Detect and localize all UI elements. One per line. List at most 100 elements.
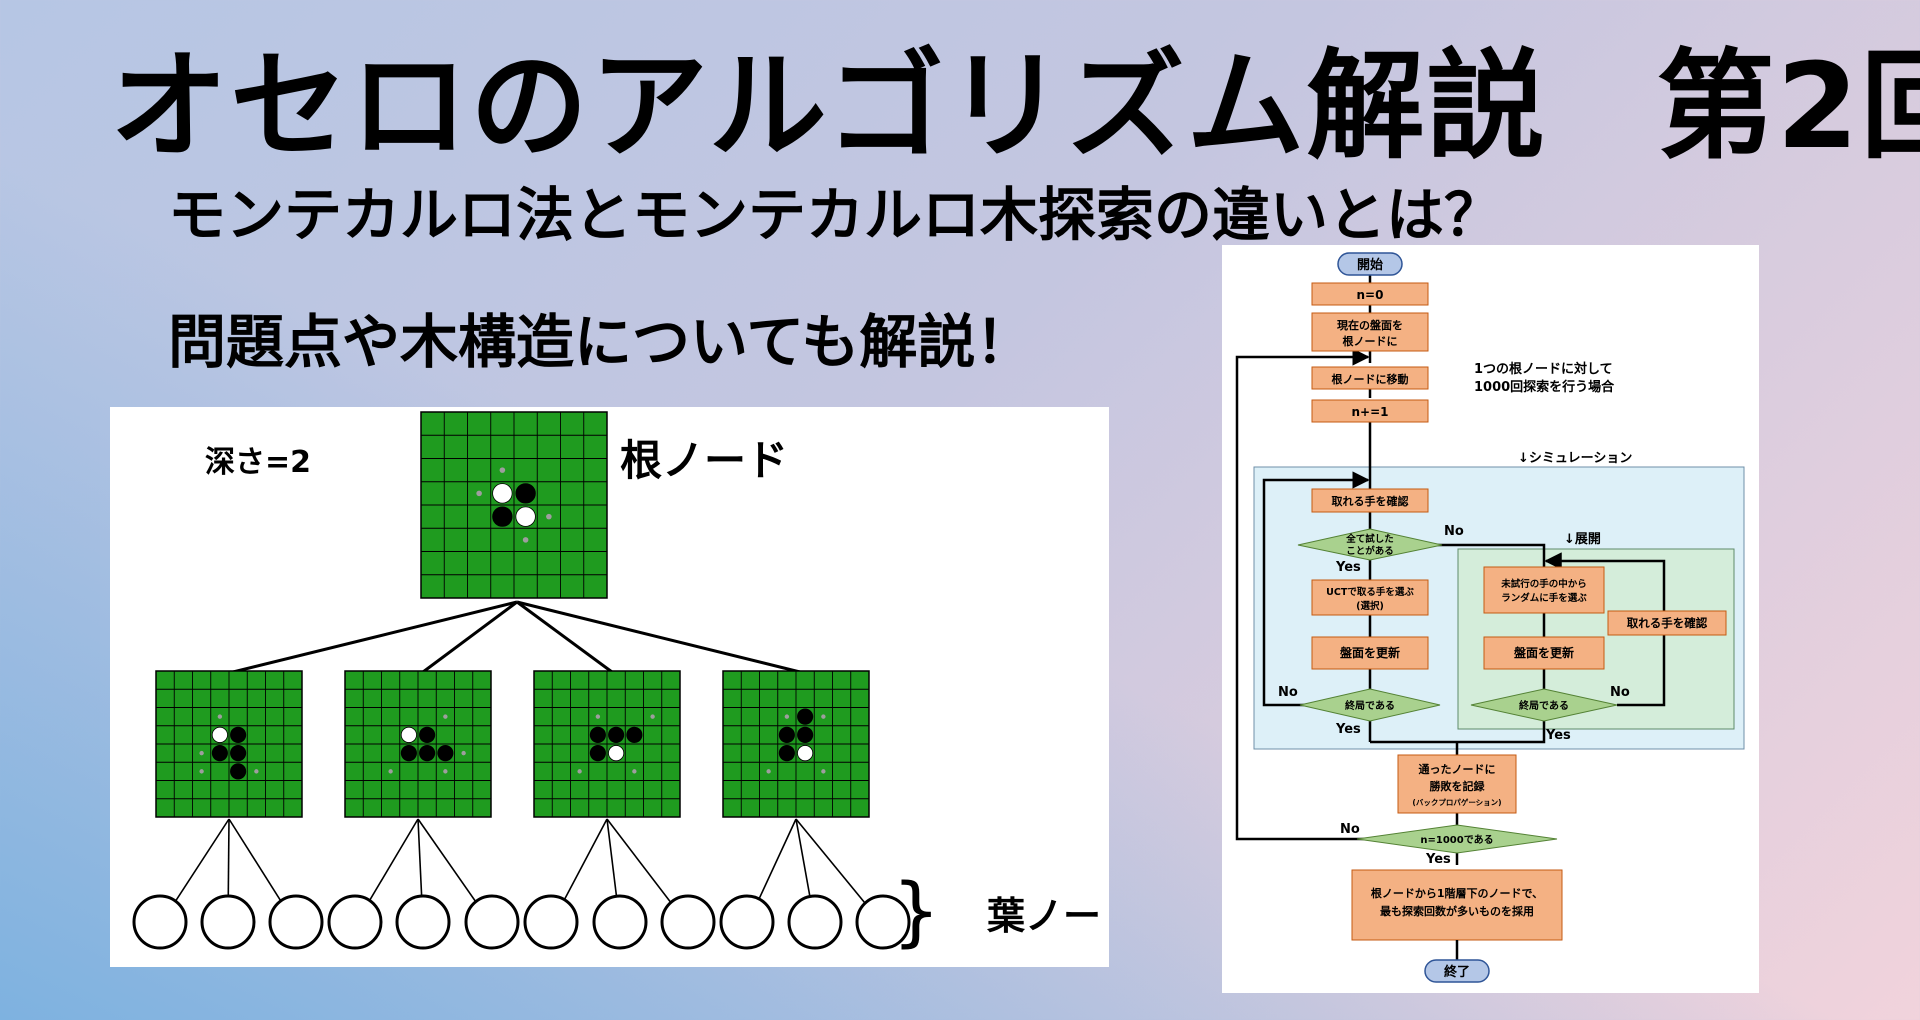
yes-label-all-tried: Yes [1335,560,1361,575]
move-hint-dot [199,769,204,774]
black-stone [419,745,436,762]
random-label-2: ランダムに手を選ぶ [1501,592,1587,604]
leaf-node [268,894,324,950]
leaf-brace: } [892,866,940,955]
child-board-3 [533,670,681,818]
record-label-2: 勝敗を記録 [1430,779,1486,793]
black-stone [589,726,606,743]
white-stone [400,726,417,743]
choose-label-2: 最も探索回数が多いものを採用 [1380,904,1534,918]
move-hint-dot [821,714,826,719]
leaf-edges [159,818,884,926]
move-hint-dot [254,769,259,774]
root-node-label: 根ノード [620,436,788,485]
black-stone [230,763,247,780]
depth-label: 深さ=2 [205,445,311,480]
move-hint-dot [784,714,790,719]
update-board-label: 盤面を更新 [1339,645,1400,660]
move-hint-dot [577,769,582,774]
yes-label-n-check: Yes [1425,852,1451,867]
expansion-label: ↓展開 [1564,532,1601,547]
note-line-1: 1つの根ノードに対して [1474,361,1613,377]
uct-label-1: UCTで取る手を選ぶ [1326,586,1414,598]
move-hint-dot [443,769,448,774]
title-episode: 第2回 [1656,37,1920,175]
black-stone [797,726,814,743]
random-move-box [1483,566,1605,614]
black-stone [778,745,795,762]
black-stone [608,726,625,743]
no-label-game-over-2: No [1610,685,1630,700]
black-stone [400,745,417,762]
n-check-label: n=1000である [1420,833,1493,846]
black-stone [419,726,436,743]
leaf-node [787,894,843,950]
leaf-node [464,894,520,950]
no-label-all-tried: No [1444,524,1464,539]
move-hint-dot [217,714,223,719]
move-root-label: 根ノードに移動 [1332,372,1409,386]
n-init-label: n=0 [1357,288,1384,302]
start-label: 開始 [1357,257,1383,273]
uct-label-2: (選択) [1356,600,1384,612]
leaf-node [592,894,648,950]
move-hint-dot [443,714,448,719]
leaf-node [395,894,451,950]
yes-label-game-over: Yes [1335,722,1361,737]
game-over-label-2: 終局である [1519,699,1569,712]
flowchart: 開始 n=0 現在の盤面を 根ノードに 根ノードに移動 n+=1 1つの根ノード… [1222,245,1759,993]
update-board-label-2: 盤面を更新 [1513,645,1574,660]
all-tried-label-1: 全て試した [1345,533,1394,545]
set-root-label-1: 現在の盤面を [1337,318,1403,332]
leaf-node [523,894,579,950]
end-label: 終了 [1444,964,1470,980]
white-stone [211,726,228,743]
no-label-game-over: No [1278,685,1298,700]
move-hint-dot [461,750,466,756]
yes-label-game-over-2: Yes [1545,728,1571,743]
increment-label: n+=1 [1351,405,1388,419]
black-stone [778,726,795,743]
check-moves-label: 取れる手を確認 [1332,494,1409,508]
move-hint-dot [199,750,204,756]
simulation-label: ↓シミュレーション [1518,451,1632,466]
record-label-1: 通ったノードに [1419,763,1496,776]
leaf-node [200,894,256,950]
move-hint-dot [821,769,826,774]
leaf-node [660,894,716,950]
child-board-2 [344,670,492,818]
page-title: オセロのアルゴリズム解説第2回 [110,10,1920,181]
leaf-node [132,894,188,950]
subtitle-explanation: 問題点や木構造についても解説！ [168,308,1034,376]
white-stone [608,745,625,762]
white-stone [492,483,513,504]
black-stone [626,726,643,743]
subtitle-question: モンテカルロ法とモンテカルロ木探索の違いとは？ [168,181,1503,249]
move-hint-dot [650,714,655,719]
move-hint-dot [476,490,482,497]
note-line-2: 1000回探索を行う場合 [1474,379,1615,395]
move-hint-dot [546,513,552,520]
black-stone [797,708,814,725]
white-stone [515,506,536,527]
game-over-label: 終局である [1345,699,1395,712]
black-stone [211,745,228,762]
move-hint-dot [595,714,601,719]
child-board-1 [155,670,303,818]
root-edges [232,600,801,674]
black-stone [230,726,247,743]
black-stone [492,506,513,527]
black-stone [515,483,536,504]
move-hint-dot [766,769,771,774]
child-board-4 [722,670,870,818]
leaf-node-label: 葉ノード [986,894,1109,938]
all-tried-label-2: ことがある [1346,545,1394,557]
move-hint-dot [632,769,637,774]
white-stone [797,745,814,762]
leaf-node [719,894,775,950]
no-label-n-check: No [1340,822,1360,837]
record-label-3: (バックプロパゲーション) [1412,797,1501,807]
leaf-node [327,894,383,950]
set-root-label-2: 根ノードに [1343,334,1398,348]
tree-diagram: 深さ=2 根ノード } 葉ノード [110,407,1109,967]
